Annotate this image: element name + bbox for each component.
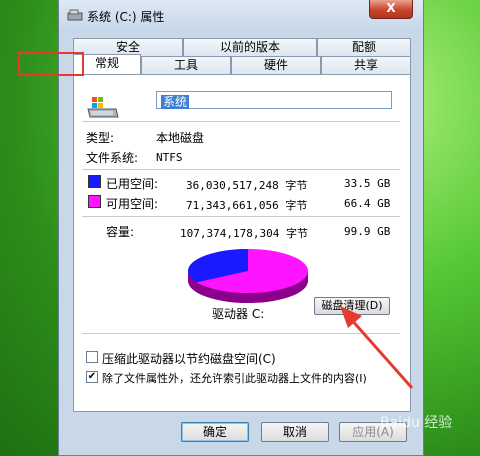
tab-previous-versions[interactable]: 以前的版本	[183, 38, 317, 56]
drive-small-icon	[67, 9, 83, 21]
separator	[82, 216, 400, 217]
compress-checkbox[interactable]	[86, 351, 98, 363]
close-button[interactable]: X	[369, 0, 413, 19]
disk-cleanup-button[interactable]: 磁盘清理(D)	[314, 297, 390, 315]
tab-sharing[interactable]: 共享	[321, 56, 411, 74]
free-gb: 66.4 GB	[344, 197, 391, 210]
used-bytes: 36,030,517,248 字节	[186, 179, 308, 192]
used-label: 已用空间:	[106, 177, 159, 191]
disk-usage-pie	[188, 249, 308, 303]
type-label: 类型:	[86, 131, 115, 145]
watermark: Baidu 经验	[380, 415, 453, 431]
drive-label: 驱动器 C:	[212, 307, 265, 321]
used-gb: 33.5 GB	[344, 177, 391, 190]
separator	[82, 333, 400, 334]
drive-name-value: 系统	[161, 95, 190, 109]
capacity-gb: 99.9 GB	[344, 225, 391, 238]
ok-button[interactable]: 确定	[181, 422, 249, 442]
drive-icon	[87, 97, 119, 118]
properties-window: 系统 (C:) 属性 X 安全 以前的版本 配额 常规 工具 硬件 共享 系统 …	[58, 0, 424, 456]
separator	[82, 121, 400, 122]
compress-label: 压缩此驱动器以节约磁盘空间(C)	[102, 352, 276, 366]
drive-name-input[interactable]: 系统	[156, 91, 392, 109]
tab-tools[interactable]: 工具	[141, 56, 231, 74]
tab-quota[interactable]: 配额	[317, 38, 411, 56]
cancel-button[interactable]: 取消	[261, 422, 329, 442]
window-title: 系统 (C:) 属性	[87, 10, 165, 24]
tab-highlight-box	[18, 52, 84, 76]
filesystem-value: NTFS	[156, 151, 183, 164]
capacity-label: 容量:	[106, 225, 135, 239]
general-panel: 系统 类型: 本地磁盘 文件系统: NTFS 已用空间: 36,030,517,…	[73, 74, 411, 412]
free-bytes: 71,343,661,056 字节	[186, 199, 308, 212]
index-label: 除了文件属性外，还允许索引此驱动器上文件的内容(I)	[102, 372, 367, 385]
type-value: 本地磁盘	[156, 131, 205, 145]
separator	[82, 169, 400, 170]
filesystem-label: 文件系统:	[86, 151, 139, 165]
free-label: 可用空间:	[106, 197, 159, 211]
free-color-swatch	[88, 195, 101, 208]
capacity-bytes: 107,374,178,304 字节	[180, 227, 308, 240]
used-color-swatch	[88, 175, 101, 188]
index-checkbox[interactable]: ✔	[86, 371, 98, 383]
title-bar[interactable]: 系统 (C:) 属性 X	[59, 0, 423, 32]
tab-hardware[interactable]: 硬件	[231, 56, 321, 74]
